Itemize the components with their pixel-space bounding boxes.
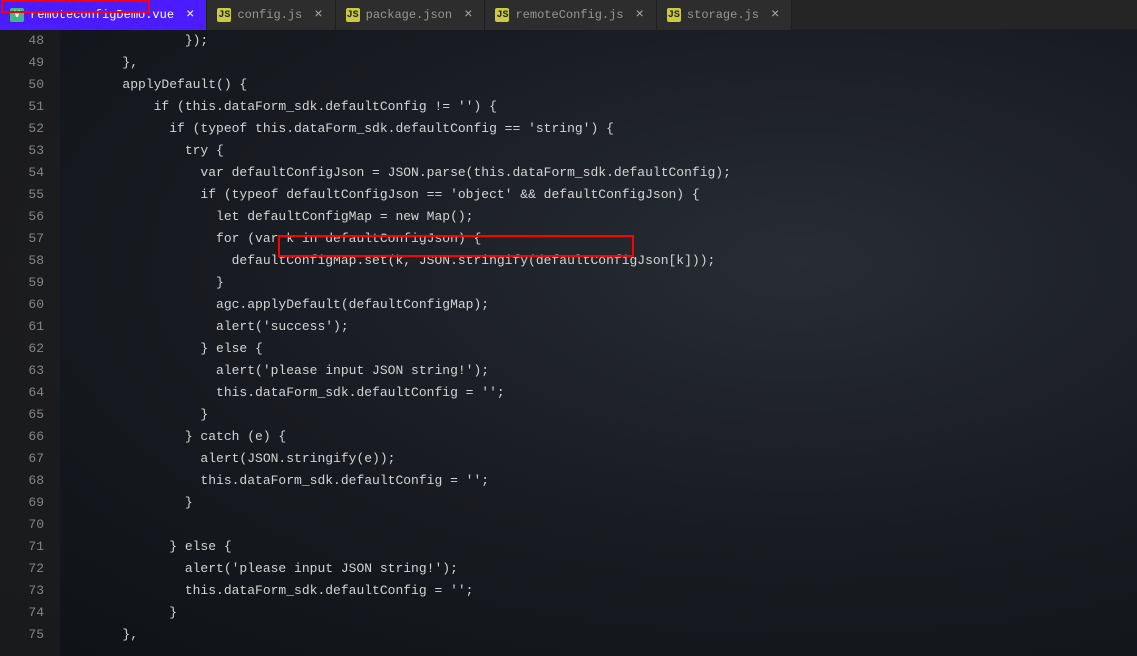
code-line[interactable]: alert('please input JSON string!');	[60, 360, 1137, 382]
code-line[interactable]: try {	[60, 140, 1137, 162]
code-line[interactable]: let defaultConfigMap = new Map();	[60, 206, 1137, 228]
tab-label: remoteConfig.js	[515, 8, 623, 22]
code-line[interactable]: } catch (e) {	[60, 426, 1137, 448]
tab-label: storage.js	[687, 8, 759, 22]
line-number: 55	[0, 184, 44, 206]
tab-remoteconfigdemo[interactable]: V remoteconfigDemo.vue ×	[0, 0, 207, 30]
line-number: 71	[0, 536, 44, 558]
line-number: 60	[0, 294, 44, 316]
code-line[interactable]: if (typeof defaultConfigJson == 'object'…	[60, 184, 1137, 206]
line-number: 73	[0, 580, 44, 602]
vue-file-icon: V	[10, 8, 24, 22]
line-number: 49	[0, 52, 44, 74]
code-line[interactable]: if (typeof this.dataForm_sdk.defaultConf…	[60, 118, 1137, 140]
line-number: 70	[0, 514, 44, 536]
line-number: 56	[0, 206, 44, 228]
code-line[interactable]: this.dataForm_sdk.defaultConfig = '';	[60, 382, 1137, 404]
code-line[interactable]: } else {	[60, 536, 1137, 558]
close-icon[interactable]: ×	[462, 7, 474, 23]
code-line[interactable]: applyDefault() {	[60, 74, 1137, 96]
code-line[interactable]: }	[60, 272, 1137, 294]
code-line[interactable]: } else {	[60, 338, 1137, 360]
js-file-icon: JS	[217, 8, 231, 22]
line-number: 75	[0, 624, 44, 646]
close-icon[interactable]: ×	[184, 7, 196, 23]
code-line[interactable]: defaultConfigMap.set(k, JSON.stringify(d…	[60, 250, 1137, 272]
tab-storage[interactable]: JS storage.js ×	[657, 0, 792, 30]
code-line[interactable]: }	[60, 404, 1137, 426]
line-number: 59	[0, 272, 44, 294]
tab-label: package.json	[366, 8, 452, 22]
tab-package[interactable]: JS package.json ×	[336, 0, 486, 30]
line-number: 74	[0, 602, 44, 624]
editor-tabs: V remoteconfigDemo.vue × JS config.js × …	[0, 0, 1137, 30]
code-line[interactable]: }	[60, 602, 1137, 624]
line-number: 58	[0, 250, 44, 272]
line-number: 50	[0, 74, 44, 96]
code-line[interactable]: for (var k in defaultConfigJson) {	[60, 228, 1137, 250]
code-line[interactable]: var defaultConfigJson = JSON.parse(this.…	[60, 162, 1137, 184]
line-number: 53	[0, 140, 44, 162]
line-number: 57	[0, 228, 44, 250]
code-line[interactable]: agc.applyDefault(defaultConfigMap);	[60, 294, 1137, 316]
js-file-icon: JS	[667, 8, 681, 22]
line-number: 66	[0, 426, 44, 448]
tab-config[interactable]: JS config.js ×	[207, 0, 335, 30]
line-number: 72	[0, 558, 44, 580]
line-number: 54	[0, 162, 44, 184]
code-line[interactable]: this.dataForm_sdk.defaultConfig = '';	[60, 470, 1137, 492]
line-number: 68	[0, 470, 44, 492]
code-editor[interactable]: 48 49 50 51 52 53 54 55 56 57 58 59 60 6…	[0, 30, 1137, 656]
close-icon[interactable]: ×	[312, 7, 324, 23]
code-line[interactable]: if (this.dataForm_sdk.defaultConfig != '…	[60, 96, 1137, 118]
code-line[interactable]: }	[60, 492, 1137, 514]
code-line[interactable]: alert('success');	[60, 316, 1137, 338]
code-line[interactable]: },	[60, 52, 1137, 74]
tab-label: remoteconfigDemo.vue	[30, 8, 174, 22]
line-number: 52	[0, 118, 44, 140]
tab-label: config.js	[237, 8, 302, 22]
line-number: 69	[0, 492, 44, 514]
code-line[interactable]: alert('please input JSON string!');	[60, 558, 1137, 580]
line-number: 61	[0, 316, 44, 338]
close-icon[interactable]: ×	[769, 7, 781, 23]
code-line[interactable]: alert(JSON.stringify(e));	[60, 448, 1137, 470]
line-number: 48	[0, 30, 44, 52]
code-line[interactable]	[60, 514, 1137, 536]
code-content[interactable]: }); }, applyDefault() { if (this.dataFor…	[60, 30, 1137, 656]
line-number: 62	[0, 338, 44, 360]
line-number: 63	[0, 360, 44, 382]
js-file-icon: JS	[346, 8, 360, 22]
line-number: 64	[0, 382, 44, 404]
code-line[interactable]: },	[60, 624, 1137, 646]
close-icon[interactable]: ×	[634, 7, 646, 23]
line-number-gutter: 48 49 50 51 52 53 54 55 56 57 58 59 60 6…	[0, 30, 60, 656]
code-line[interactable]: });	[60, 30, 1137, 52]
line-number: 67	[0, 448, 44, 470]
code-line[interactable]: this.dataForm_sdk.defaultConfig = '';	[60, 580, 1137, 602]
line-number: 65	[0, 404, 44, 426]
tab-remoteconfig[interactable]: JS remoteConfig.js ×	[485, 0, 656, 30]
js-file-icon: JS	[495, 8, 509, 22]
line-number: 51	[0, 96, 44, 118]
